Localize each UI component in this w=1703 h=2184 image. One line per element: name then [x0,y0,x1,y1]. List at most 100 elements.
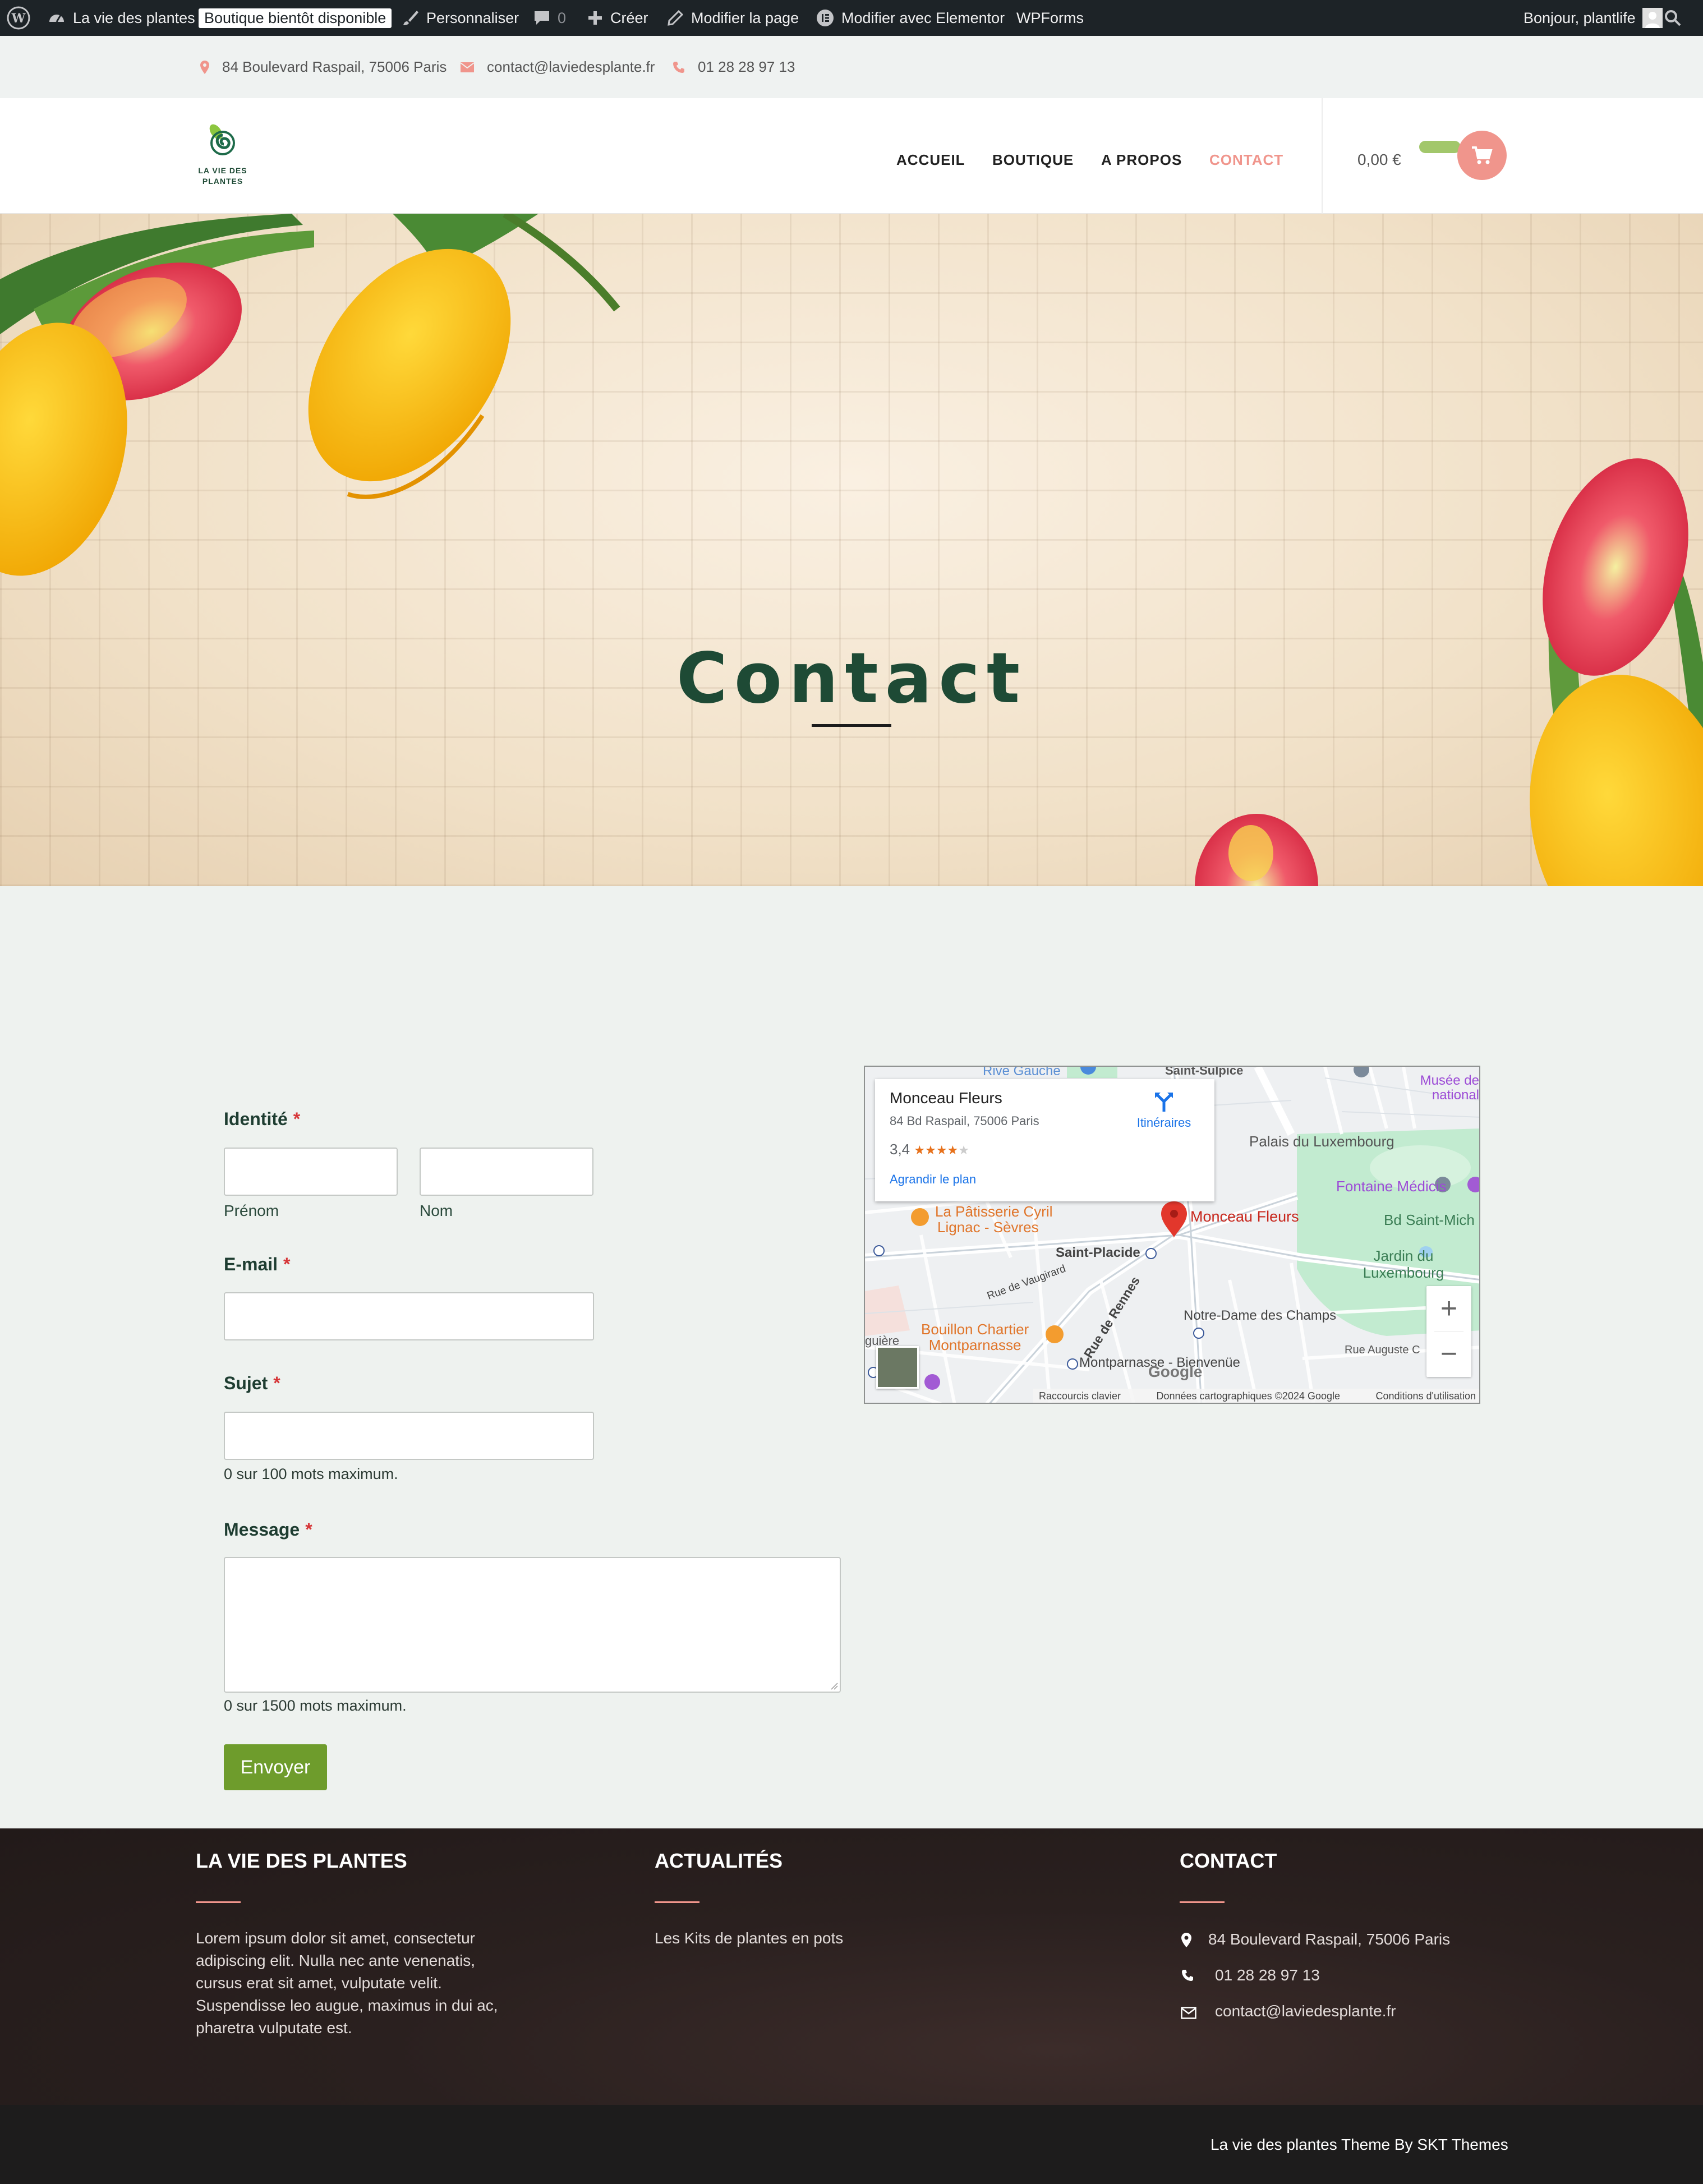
message-word-limit: 0 sur 1500 mots maximum. [224,1697,407,1714]
logo-text-line2: PLANTES [202,177,243,186]
first-name-field[interactable] [224,1148,398,1196]
nav-accueil[interactable]: ACCUEIL [896,151,965,169]
email-label: E-mail * [224,1254,291,1274]
cart-bar [1419,141,1461,153]
map-data-credit: Données cartographiques ©2024 Google [1156,1390,1341,1402]
phone-icon [1181,1969,1194,1985]
comment-icon [533,9,551,27]
zoom-controls: + − [1426,1286,1471,1377]
admin-customize[interactable]: Personnaliser [402,0,519,36]
zoom-out-button[interactable]: − [1426,1331,1471,1376]
subject-field[interactable] [224,1412,594,1460]
footer-email[interactable]: contact@laviedesplante.fr [1215,2000,1396,2022]
email-field[interactable] [224,1292,594,1340]
admin-search-icon[interactable] [1664,0,1682,36]
keyboard-shortcuts-link[interactable]: Raccourcis clavier [1039,1390,1121,1402]
theme-credits[interactable]: La vie des plantes Theme By SKT Themes [1210,2136,1508,2154]
message-label: Message * [224,1519,312,1540]
admin-edit-page[interactable]: Modifier la page [666,0,799,36]
map-label: Saint-Sulpice [1165,1066,1244,1077]
cart-button[interactable] [1457,131,1507,180]
satellite-toggle[interactable] [876,1346,919,1389]
topbar-phone[interactable]: 01 28 28 97 13 [672,36,795,98]
map-pin-icon [200,60,210,75]
place-address: 84 Bd Raspail, 75006 Paris [890,1114,1039,1128]
brush-icon [402,9,420,27]
last-name-field[interactable] [420,1148,593,1196]
place-rating: 3,4 ★★★★★ [890,1141,970,1158]
plus-icon [587,10,604,26]
site-logo[interactable]: LA VIE DES PLANTES [194,123,252,190]
place-info-card: Monceau Fleurs 84 Bd Raspail, 75006 Pari… [875,1079,1214,1201]
nav-boutique[interactable]: BOUTIQUE [992,151,1074,169]
topbar-email[interactable]: contact@laviedesplante.fr [460,36,655,98]
map-label: Musée de national [1420,1073,1479,1103]
submit-button[interactable]: Envoyer [224,1744,327,1790]
plant-logo-icon [209,124,235,155]
map-label: Jardin du Luxembourg [1363,1247,1444,1281]
footer-heading-about: LA VIE DES PLANTES [196,1849,407,1872]
map-attribution: Raccourcis clavier Données cartographiqu… [1033,1389,1479,1403]
footer-heading-underline [1180,1901,1225,1903]
footer-heading-underline [196,1901,241,1903]
maintenance-badge[interactable]: Boutique bientôt disponible [199,0,392,36]
last-name-sublabel: Nom [420,1202,453,1219]
envelope-icon [1181,2007,1196,2022]
avatar [1642,8,1663,28]
enlarge-map-link[interactable]: Agrandir le plan [890,1172,976,1187]
map-marker-label: Monceau Fleurs [1190,1208,1299,1225]
phone-icon [672,61,685,74]
map-label: Notre-Dame des Champs [1184,1308,1337,1323]
map-pin-icon [1181,1932,1192,1951]
footer-about-text: Lorem ipsum dolor sit amet, consectetur … [196,1929,498,2036]
map-label: Palais du Luxembourg [1249,1133,1394,1150]
nav-contact[interactable]: CONTACT [1209,151,1283,169]
resize-handle-icon[interactable] [830,1682,838,1690]
hero-banner: Contact [0,214,1703,886]
dashboard-icon [47,8,66,27]
place-name: Monceau Fleurs [890,1089,1002,1107]
admin-new[interactable]: Créer [587,0,648,36]
admin-comments[interactable]: 0 [533,0,566,36]
svg-text:W: W [11,11,26,26]
subject-word-limit: 0 sur 100 mots maximum. [224,1466,398,1482]
first-name-sublabel: Prénom [224,1202,279,1219]
top-info-bar: 84 Boulevard Raspail, 75006 Paris contac… [0,36,1703,98]
admin-site-name[interactable]: La vie des plantes [47,0,195,36]
directions-icon [1155,1093,1173,1112]
nav-a-propos[interactable]: A PROPOS [1101,151,1182,169]
map-label: Bd Saint-Mich [1384,1211,1475,1228]
rating-stars-empty: ★ [958,1143,970,1157]
admin-account[interactable]: Bonjour, plantlife [1524,0,1663,36]
map-label: Rive Gauche [983,1066,1061,1079]
topbar-address: 84 Boulevard Raspail, 75006 Paris [200,36,447,98]
admin-edit-elementor[interactable]: Modifier avec Elementor [816,0,1005,36]
title-underline [812,724,891,727]
logo-text-line1: LA VIE DES [198,166,247,175]
footer-heading-news: ACTUALITÉS [655,1849,783,1872]
admin-bar: W La vie des plantes Boutique bientôt di… [0,0,1703,36]
message-field[interactable] [224,1557,841,1693]
wordpress-icon[interactable]: W [6,0,31,36]
map-label: Bouillon Chartier Montparnasse [921,1321,1029,1353]
google-map[interactable]: Rive Gauche Saint-Sulpice Musée de nation… [864,1066,1480,1404]
elementor-icon [816,8,835,27]
google-logo: Google [1148,1363,1203,1380]
map-label: La Pâtisserie Cyril Lignac - Sèvres [935,1203,1053,1236]
footer-heading-underline [655,1901,699,1903]
directions-link[interactable]: Itinéraires [1127,1090,1200,1130]
map-label: Saint-Placide [1056,1245,1140,1260]
identity-label: Identité * [224,1109,301,1129]
map-label: Rue Auguste C [1345,1344,1420,1356]
footer-address: 84 Boulevard Raspail, 75006 Paris [1208,1930,1451,1948]
footer-phone[interactable]: 01 28 28 97 13 [1215,1964,1320,1987]
envelope-icon [460,62,475,73]
tulip-decoration-image [0,214,1703,886]
zoom-in-button[interactable]: + [1426,1286,1471,1331]
rating-stars: ★★★★ [914,1143,959,1157]
terms-link[interactable]: Conditions d'utilisation [1375,1390,1476,1402]
cart-total[interactable]: 0,00 € [1357,151,1401,169]
footer-news-link[interactable]: Les Kits de plantes en pots [655,1927,843,1950]
subject-label: Sujet * [224,1373,280,1393]
admin-wpforms[interactable]: WPForms [1016,0,1084,36]
